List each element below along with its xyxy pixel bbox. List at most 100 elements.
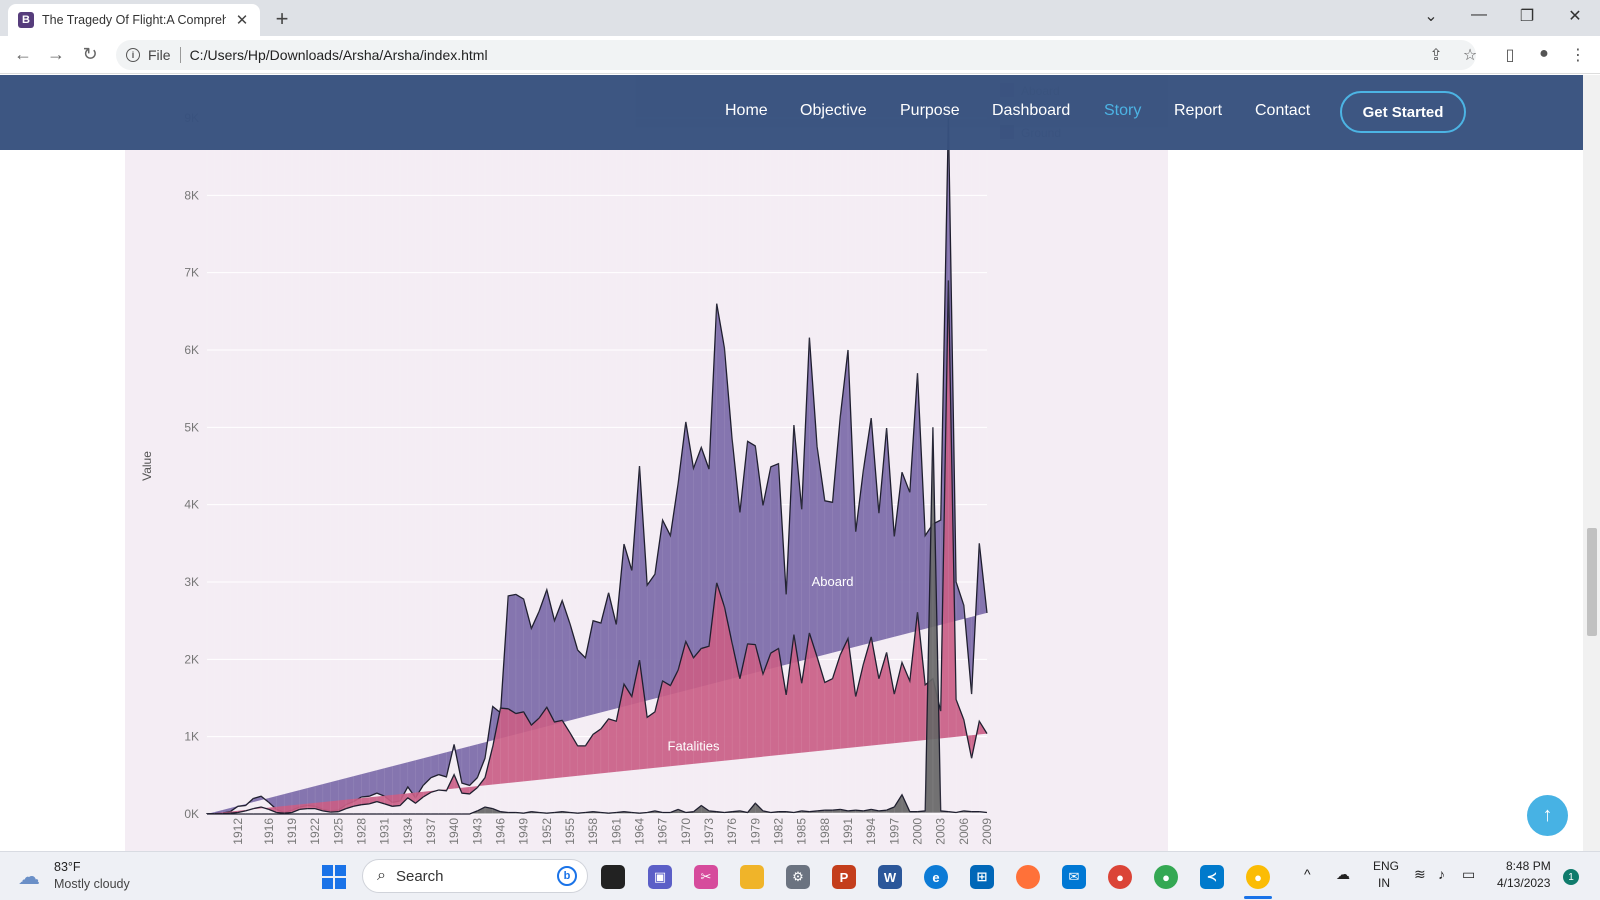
- x-tick-label: 1943: [470, 818, 484, 845]
- x-tick-label: 1922: [308, 818, 322, 845]
- edge-browser-icon[interactable]: e: [924, 865, 948, 889]
- task-view-icon[interactable]: [601, 865, 625, 889]
- new-tab-icon[interactable]: +: [272, 6, 292, 32]
- x-tick-label: 1912: [231, 818, 245, 845]
- profile-avatar-icon[interactable]: ●: [1534, 45, 1554, 63]
- restore-icon[interactable]: ❐: [1516, 6, 1538, 26]
- x-tick-label: 1925: [331, 818, 345, 845]
- x-tick-label: 2006: [957, 818, 971, 845]
- chrome-profile-icon[interactable]: ●: [1154, 865, 1178, 889]
- close-window-icon[interactable]: ✕: [1564, 6, 1586, 26]
- settings-gear-icon[interactable]: ⚙: [786, 865, 810, 889]
- snipping-tool-icon[interactable]: ✂: [694, 865, 718, 889]
- file-scheme-label: File: [148, 47, 171, 63]
- x-tick-label: 1973: [702, 818, 716, 845]
- address-bar[interactable]: i File C:/Users/Hp/Downloads/Arsha/Arsha…: [116, 40, 1476, 70]
- notification-badge[interactable]: 1: [1563, 869, 1579, 885]
- weather-description[interactable]: Mostly cloudy: [54, 877, 130, 891]
- x-tick-label: 1940: [447, 818, 461, 845]
- x-tick-label: 1934: [401, 818, 415, 845]
- tab-close-icon[interactable]: ✕: [234, 11, 250, 29]
- back-icon[interactable]: ←: [12, 44, 34, 65]
- forward-icon[interactable]: →: [45, 44, 67, 65]
- browser-toolbar: ← → ↻ i File C:/Users/Hp/Downloads/Arsha…: [0, 36, 1600, 74]
- weather-temperature[interactable]: 83°F: [54, 860, 81, 874]
- x-tick-label: 1949: [517, 818, 531, 845]
- browser-tab[interactable]: B The Tragedy Of Flight:A Comprehensive …: [8, 4, 260, 36]
- file-explorer-icon[interactable]: [740, 865, 764, 889]
- site-header: Home Objective Purpose Dashboard Story R…: [0, 75, 1583, 150]
- y-tick-label: 8K: [184, 188, 199, 202]
- language-indicator[interactable]: ENG: [1373, 859, 1399, 873]
- microsoft-store-icon[interactable]: ⊞: [970, 865, 994, 889]
- taskbar-search-box[interactable]: ⌕ Search b: [362, 859, 588, 893]
- nav-purpose[interactable]: Purpose: [900, 102, 960, 120]
- y-tick-label: 5K: [184, 420, 199, 434]
- x-tick-label: 1937: [424, 818, 438, 845]
- bookmark-star-icon[interactable]: ☆: [1460, 45, 1480, 65]
- minimize-icon[interactable]: —: [1468, 6, 1490, 24]
- reload-icon[interactable]: ↻: [79, 44, 101, 65]
- y-axis-title: Value: [140, 451, 154, 481]
- powerpoint-icon[interactable]: P: [832, 865, 856, 889]
- side-panel-icon[interactable]: ▯: [1500, 45, 1520, 65]
- windows-start-icon[interactable]: [322, 865, 346, 889]
- nav-home[interactable]: Home: [725, 102, 768, 120]
- x-tick-label: 1919: [285, 818, 299, 845]
- tab-search-chevron-icon[interactable]: ⌄: [1420, 6, 1442, 26]
- battery-icon[interactable]: ▭: [1462, 866, 1475, 883]
- x-tick-label: 1994: [864, 818, 878, 845]
- wifi-icon[interactable]: ≋: [1414, 866, 1426, 883]
- share-icon[interactable]: ⇪: [1426, 45, 1446, 65]
- clock-time[interactable]: 8:48 PM: [1506, 859, 1551, 873]
- nav-contact[interactable]: Contact: [1255, 102, 1310, 120]
- back-to-top-button[interactable]: ↑: [1527, 795, 1568, 836]
- x-tick-label: 1952: [540, 818, 554, 845]
- area-chart: 0K1K2K3K4K5K6K7K8K9KValue191219161919192…: [140, 83, 1061, 845]
- mail-icon[interactable]: ✉: [1062, 865, 1086, 889]
- y-tick-label: 1K: [184, 730, 199, 744]
- nav-story[interactable]: Story: [1104, 102, 1141, 120]
- y-tick-label: 4K: [184, 498, 199, 512]
- word-icon[interactable]: W: [878, 865, 902, 889]
- get-started-button[interactable]: Get Started: [1340, 91, 1466, 133]
- info-icon[interactable]: i: [126, 48, 140, 62]
- clock-date[interactable]: 4/13/2023: [1497, 876, 1550, 890]
- bing-icon[interactable]: b: [557, 866, 577, 886]
- chrome-icon[interactable]: ●: [1108, 865, 1132, 889]
- url-text[interactable]: C:/Users/Hp/Downloads/Arsha/Arsha/index.…: [190, 47, 488, 63]
- active-app-indicator: [1244, 896, 1272, 899]
- scrollbar-thumb[interactable]: [1587, 528, 1597, 636]
- tray-overflow-chevron-icon[interactable]: ^: [1304, 866, 1311, 882]
- nav-dashboard[interactable]: Dashboard: [992, 102, 1070, 120]
- annotation-fatalities: Fatalities: [668, 739, 721, 754]
- tab-title: The Tragedy Of Flight:A Comprehensive: [42, 13, 226, 27]
- x-tick-label: 1931: [378, 818, 392, 845]
- browser-tab-strip: B The Tragedy Of Flight:A Comprehensive …: [0, 0, 1600, 36]
- onedrive-icon[interactable]: ☁: [1336, 866, 1350, 883]
- x-tick-label: 1982: [771, 818, 785, 845]
- browser-menu-icon[interactable]: ⋮: [1568, 45, 1588, 65]
- language-region[interactable]: IN: [1378, 876, 1390, 890]
- x-tick-label: 1991: [841, 818, 855, 845]
- x-tick-label: 1964: [632, 818, 646, 845]
- chrome-active-icon[interactable]: ●: [1246, 865, 1270, 889]
- x-tick-label: 1928: [354, 818, 368, 845]
- teams-chat-icon[interactable]: ▣: [648, 865, 672, 889]
- x-tick-label: 1976: [725, 818, 739, 845]
- nav-objective[interactable]: Objective: [800, 102, 867, 120]
- firefox-icon[interactable]: [1016, 865, 1040, 889]
- x-tick-label: 2000: [910, 818, 924, 845]
- vscode-icon[interactable]: ≺: [1200, 865, 1224, 889]
- volume-icon[interactable]: ♪: [1438, 866, 1445, 882]
- nav-report[interactable]: Report: [1174, 102, 1222, 120]
- x-tick-label: 1946: [493, 818, 507, 845]
- x-tick-label: 2003: [934, 818, 948, 845]
- y-tick-label: 2K: [184, 652, 199, 666]
- search-icon: ⌕: [377, 867, 386, 884]
- x-tick-label: 1988: [818, 818, 832, 845]
- x-tick-label: 1985: [795, 818, 809, 845]
- page-scrollbar[interactable]: [1583, 75, 1600, 851]
- weather-cloud-icon[interactable]: ☁: [18, 864, 40, 890]
- chart-panel: 0K1K2K3K4K5K6K7K8K9KValue191219161919192…: [125, 75, 1168, 851]
